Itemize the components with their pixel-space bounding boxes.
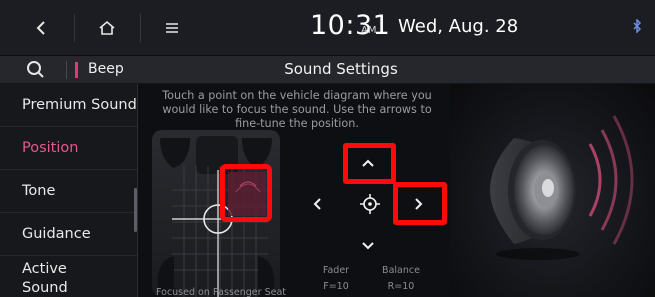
- sidebar-item-position[interactable]: Position: [0, 127, 137, 170]
- speaker-icon: [490, 115, 634, 260]
- balance-label: Balance: [382, 265, 420, 276]
- search-icon: [27, 61, 44, 78]
- beep-button[interactable]: Beep: [88, 61, 124, 77]
- down-arrow-button[interactable]: [348, 229, 388, 263]
- fader-label: Fader: [322, 265, 350, 276]
- clock-ampm: AM: [361, 25, 377, 36]
- clock-time: 10:31: [310, 10, 391, 41]
- divider: [140, 14, 141, 42]
- menu-button[interactable]: [152, 0, 192, 56]
- status-bar: 10:31 AM Wed, Aug. 28: [0, 0, 655, 56]
- sidebar-item-tone[interactable]: Tone: [0, 170, 137, 213]
- up-arrow-highlight: [343, 143, 396, 184]
- sidebar-item-active-sound-design[interactable]: Active Sound Design: [0, 256, 110, 297]
- chevron-down-icon: [362, 242, 374, 250]
- home-button[interactable]: [84, 0, 130, 56]
- left-arrow-button[interactable]: [298, 187, 338, 221]
- focus-status-text: Focused on Passenger Seat: [156, 287, 286, 297]
- sidebar-item-premium-sound[interactable]: Premium Sound: [0, 84, 137, 127]
- position-panel: Touch a point on the vehicle diagram whe…: [138, 84, 450, 297]
- beep-accent-mark: [75, 62, 78, 78]
- balance-value: R=10: [387, 281, 415, 292]
- search-button[interactable]: [22, 58, 50, 82]
- home-icon: [99, 20, 115, 35]
- back-button[interactable]: [18, 0, 64, 56]
- sidebar-scrollbar[interactable]: [134, 188, 137, 232]
- chevron-left-icon: [36, 21, 45, 35]
- sidebar: Premium Sound Position Tone Guidance Act…: [0, 84, 138, 297]
- divider: [74, 14, 75, 42]
- focus-region-highlight: [220, 164, 272, 222]
- sub-header: Beep Sound Settings: [0, 56, 655, 84]
- page-title: Sound Settings: [284, 60, 398, 78]
- center-target-button[interactable]: [350, 187, 390, 221]
- fader-value: F=10: [323, 281, 349, 292]
- crosshair-icon: [360, 194, 380, 214]
- bluetooth-icon: [631, 18, 643, 37]
- instruction-text: Touch a point on the vehicle diagram whe…: [162, 89, 432, 130]
- chevron-left-icon: [313, 198, 321, 210]
- divider: [66, 61, 67, 79]
- right-arrow-highlight: [393, 182, 447, 225]
- speaker-graphic-panel: [450, 84, 655, 297]
- sidebar-item-guidance[interactable]: Guidance: [0, 213, 137, 256]
- menu-icon: [166, 23, 178, 33]
- date-display: Wed, Aug. 28: [398, 16, 519, 37]
